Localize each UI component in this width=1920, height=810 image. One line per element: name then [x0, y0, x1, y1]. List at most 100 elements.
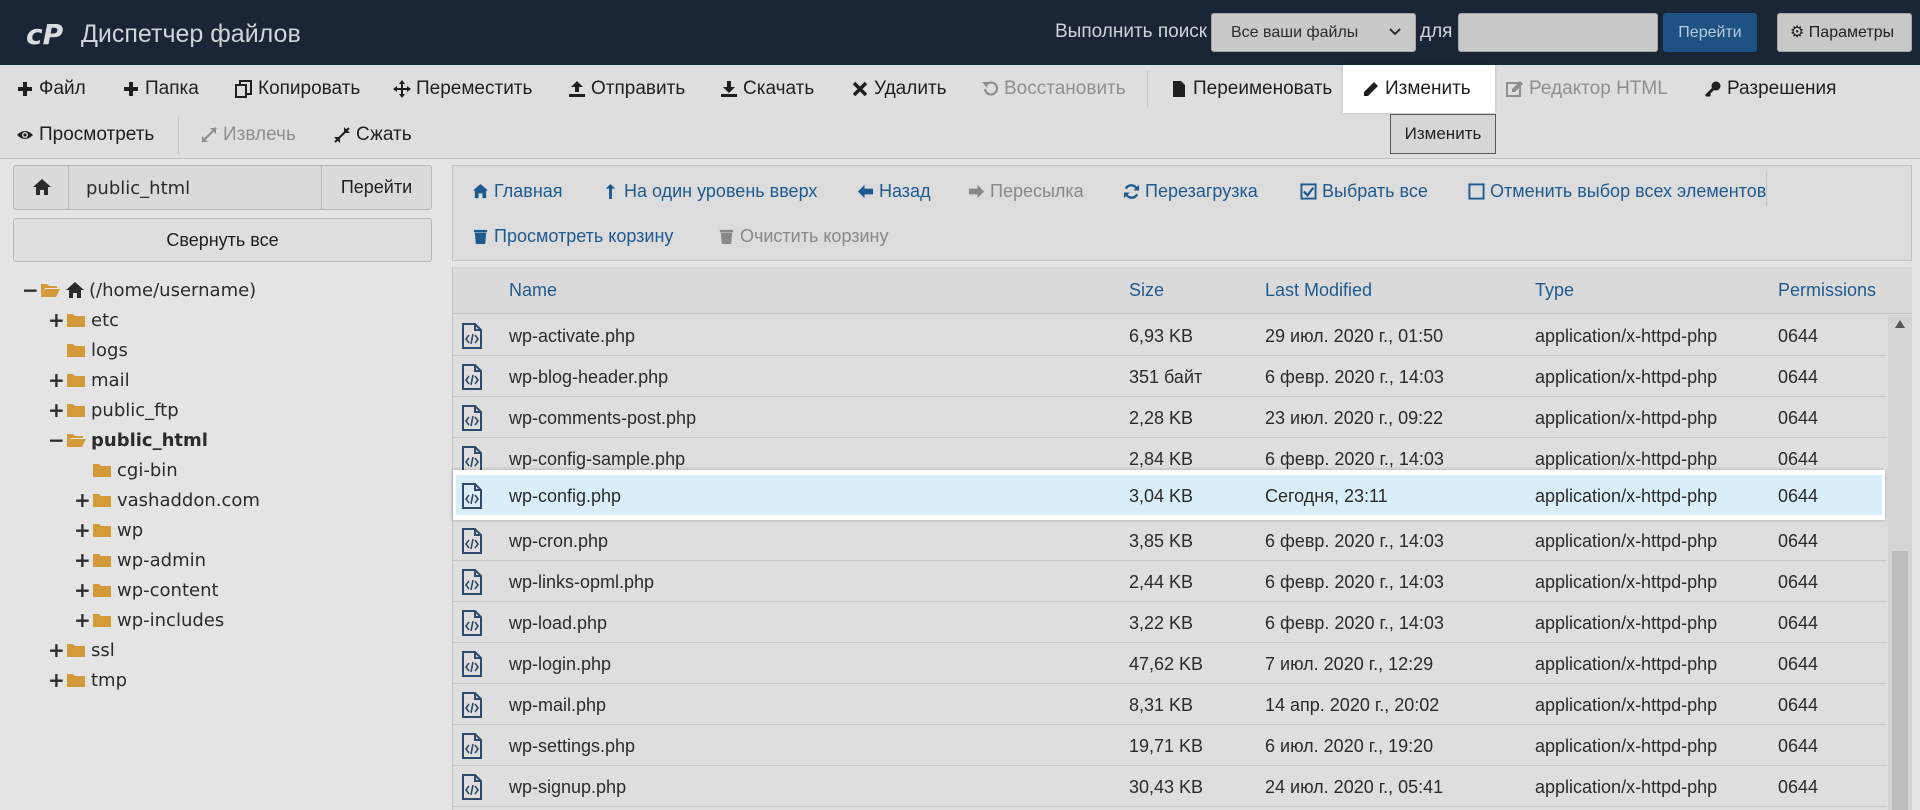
tree-item[interactable]: + mail — [48, 368, 130, 392]
file-permissions-cell: 0644 — [1778, 777, 1819, 797]
checkbox-empty-icon — [1468, 182, 1485, 200]
new-file-button[interactable]: Файл — [16, 75, 86, 103]
forward-button[interactable]: Пересылка — [968, 178, 1084, 204]
table-row[interactable]: wp-settings.php 19,71 KB 6 июл. 2020 г., 1… — [453, 725, 1887, 766]
compress-label: Сжать — [356, 124, 412, 145]
arrow-left-icon — [857, 184, 874, 198]
table-row-selected[interactable]: wp-config.php 3,04 KB Сегодня, 23:11 applic… — [453, 475, 1879, 515]
table-row[interactable]: wp-mail.php 8,31 KB 14 апр. 2020 г., 20:02… — [453, 684, 1887, 725]
column-header-type[interactable]: Type — [1535, 280, 1574, 301]
search-go-button[interactable]: Перейти — [1663, 13, 1757, 52]
home-nav-button[interactable]: Главная — [472, 178, 563, 204]
reload-label: Перезагрузка — [1145, 180, 1258, 201]
tree-item[interactable]: + wp-content — [74, 578, 219, 602]
expand-toggle[interactable]: + — [74, 578, 91, 602]
plus-icon — [124, 82, 138, 96]
restore-button[interactable]: Восстановить — [981, 75, 1126, 103]
reload-button[interactable]: Перезагрузка — [1123, 178, 1258, 204]
move-button[interactable]: Переместить — [393, 75, 532, 103]
folder-icon — [93, 524, 111, 537]
column-header-permissions[interactable]: Permissions — [1778, 280, 1876, 301]
compress-button[interactable]: Сжать — [333, 121, 412, 149]
file-permissions-cell: 0644 — [1778, 654, 1819, 674]
table-row[interactable]: wp-signup.php 30,43 KB 24 июл. 2020 г., 05… — [453, 766, 1887, 807]
edit-button[interactable]: Изменить — [1362, 75, 1471, 103]
scrollbar-thumb[interactable] — [1892, 551, 1908, 810]
tree-item[interactable]: + wp-admin — [74, 548, 206, 572]
permissions-button[interactable]: Разрешения — [1704, 75, 1836, 103]
path-input[interactable]: public_html — [86, 178, 190, 199]
php-file-icon — [461, 610, 483, 636]
back-button[interactable]: Назад — [857, 178, 931, 204]
path-home-button[interactable] — [14, 166, 69, 209]
expand-toggle[interactable]: + — [48, 638, 65, 662]
file-name-cell: wp-config-sample.php — [509, 449, 686, 469]
copy-button[interactable]: Копировать — [235, 75, 360, 103]
tree-item-root[interactable]: − (/home/username) — [22, 278, 256, 302]
expand-toggle[interactable]: + — [74, 608, 91, 632]
unselect-all-button[interactable]: Отменить выбор всех элементов — [1468, 178, 1766, 204]
delete-button[interactable]: Удалить — [851, 75, 947, 103]
table-row[interactable]: wp-links-opml.php 2,44 KB 6 февр. 2020 г.,… — [453, 561, 1887, 602]
search-input[interactable] — [1458, 13, 1658, 52]
tree-item[interactable]: − public_html — [48, 428, 208, 452]
column-header-name[interactable]: Name — [509, 280, 557, 301]
collapse-toggle[interactable]: − — [48, 428, 65, 452]
table-row[interactable]: wp-login.php 47,62 KB 7 июл. 2020 г., 12:2… — [453, 643, 1887, 684]
empty-trash-button[interactable]: Очистить корзину — [718, 223, 889, 249]
tree-item[interactable]: + tmp — [48, 668, 127, 692]
file-name-cell: wp-signup.php — [509, 777, 627, 797]
up-level-label: На один уровень вверх — [624, 180, 818, 201]
collapse-toggle[interactable]: − — [22, 278, 39, 302]
html-editor-label: Редактор HTML — [1529, 78, 1668, 99]
upload-button[interactable]: Отправить — [568, 75, 685, 103]
tree-item[interactable]: cgi-bin — [74, 458, 178, 482]
html-editor-button[interactable]: Редактор HTML — [1506, 75, 1668, 103]
select-all-button[interactable]: Выбрать все — [1300, 178, 1428, 204]
tree-item[interactable]: + wp — [74, 518, 143, 542]
file-type-cell: application/x-httpd-php — [1535, 449, 1718, 469]
file-size-cell: 351 байт — [1129, 367, 1203, 387]
tree-item[interactable]: + vashaddon.com — [74, 488, 260, 512]
tree-item[interactable]: + wp-includes — [74, 608, 224, 632]
expand-toggle[interactable]: + — [74, 548, 91, 572]
expand-toggle[interactable]: + — [48, 668, 65, 692]
rename-button[interactable]: Переименовать — [1170, 75, 1332, 103]
view-button[interactable]: Просмотреть — [16, 121, 154, 149]
tree-item[interactable]: + public_ftp — [48, 398, 179, 422]
up-level-button[interactable]: На один уровень вверх — [602, 178, 817, 204]
table-row[interactable]: wp-load.php 3,22 KB 6 февр. 2020 г., 14:03… — [453, 602, 1887, 643]
tree-item[interactable]: + ssl — [48, 638, 115, 662]
expand-toggle[interactable]: + — [48, 368, 65, 392]
tree-item[interactable]: + etc — [48, 308, 119, 332]
table-row[interactable]: wp-cron.php 3,85 KB 6 февр. 2020 г., 14:03… — [453, 520, 1887, 561]
column-header-size[interactable]: Size — [1129, 280, 1164, 301]
scroll-up-arrow-icon[interactable] — [1894, 319, 1906, 329]
extract-button[interactable]: Извлечь — [200, 121, 296, 149]
tree-item[interactable]: logs — [48, 338, 128, 362]
cpanel-logo-icon[interactable]: cP — [26, 18, 72, 50]
expand-toggle[interactable]: + — [48, 308, 65, 332]
collapse-all-button[interactable]: Свернуть все — [13, 218, 432, 262]
expand-toggle[interactable]: + — [74, 488, 91, 512]
file-size-cell: 2,84 KB — [1129, 449, 1194, 469]
file-name-cell: wp-comments-post.php — [509, 408, 697, 428]
search-scope-select[interactable]: Все ваши файлы — [1211, 13, 1416, 52]
new-folder-button[interactable]: Папка — [122, 75, 199, 103]
table-row[interactable]: wp-activate.php 6,93 KB 29 июл. 2020 г., 0… — [453, 315, 1887, 356]
new-folder-label: Папка — [145, 78, 199, 99]
table-row[interactable]: wp-blog-header.php 351 байт 6 февр. 2020 г… — [453, 356, 1887, 397]
view-trash-button[interactable]: Просмотреть корзину — [472, 223, 673, 249]
table-row[interactable]: wp-comments-post.php 2,28 KB 23 июл. 2020 … — [453, 397, 1887, 438]
expand-toggle[interactable]: + — [74, 518, 91, 542]
path-go-button[interactable]: Перейти — [321, 166, 431, 209]
rename-label: Переименовать — [1193, 78, 1333, 99]
download-button[interactable]: Скачать — [720, 75, 814, 103]
expand-toggle[interactable]: + — [48, 398, 65, 422]
file-name-cell: wp-mail.php — [509, 695, 607, 715]
empty-trash-label: Очистить корзину — [740, 225, 889, 246]
column-header-modified[interactable]: Last Modified — [1265, 280, 1372, 301]
settings-button[interactable]: ⚙ Параметры — [1777, 13, 1912, 52]
vertical-scrollbar[interactable] — [1888, 315, 1912, 810]
file-type-cell: application/x-httpd-php — [1535, 572, 1718, 592]
